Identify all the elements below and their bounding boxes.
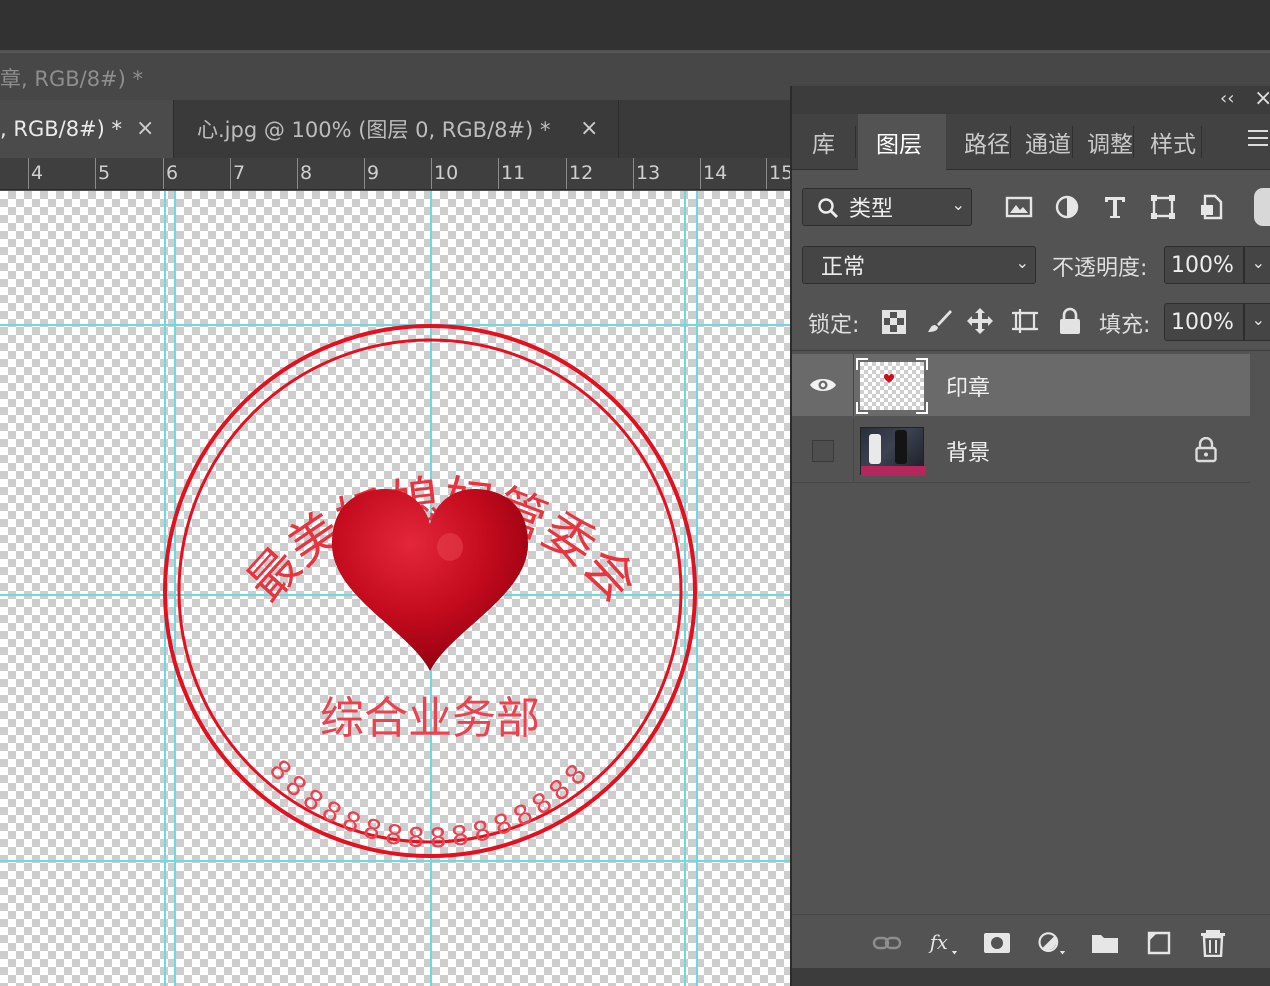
- fill-dropdown[interactable]: ⌄: [1244, 303, 1270, 341]
- shape-layer-filter-icon[interactable]: [1148, 192, 1178, 222]
- chevron-down-icon: ⌄: [1251, 310, 1265, 329]
- filter-toggle-switch[interactable]: [1254, 188, 1270, 226]
- layer-thumbnail: [860, 427, 925, 476]
- opacity-input[interactable]: 100%: [1164, 246, 1244, 284]
- tab-label: 图层: [876, 132, 922, 158]
- filter-kind-value: 类型: [849, 197, 894, 222]
- fill-label: 填充:: [1099, 313, 1151, 338]
- document-tab-label: , RGB/8#) *: [0, 117, 123, 141]
- ruler-label: 6: [166, 162, 179, 184]
- tab-label: 库: [812, 132, 835, 158]
- layers-panel: ‹‹ × 库 图层 路径 通道 调整 样式 类型 ⌄ 正常 ⌄ 不透明度: 10…: [790, 86, 1270, 986]
- tab-label: 通道: [1025, 132, 1071, 158]
- document-tab-active[interactable]: , RGB/8#) * ×: [0, 100, 174, 158]
- add-mask-icon[interactable]: [982, 929, 1012, 957]
- chevron-down-icon: ⌄: [1251, 253, 1265, 272]
- layer-name[interactable]: 背景: [946, 435, 990, 467]
- panel-resize-grip[interactable]: [792, 968, 1270, 986]
- lock-artboard-icon[interactable]: [1010, 307, 1040, 335]
- close-panel-icon[interactable]: ×: [1254, 86, 1270, 111]
- window-title: 章, RGB/8#) *: [0, 67, 144, 91]
- tab-adjustments[interactable]: 调整: [1073, 114, 1134, 170]
- lock-brush-icon[interactable]: [925, 307, 953, 335]
- pixel-layer-filter-icon[interactable]: [1004, 192, 1034, 222]
- link-layers-icon[interactable]: [872, 929, 902, 957]
- document-canvas[interactable]: 最美好媳妇管委会 综合业务部 8888888888888888: [0, 191, 790, 986]
- blend-mode-value: 正常: [821, 255, 866, 280]
- app-menu-bar: [0, 0, 1270, 50]
- tab-label: 路径: [964, 132, 1010, 158]
- ruler-label: 12: [569, 162, 594, 184]
- lock-transparency-icon[interactable]: [881, 309, 907, 335]
- lock-all-icon[interactable]: [1057, 306, 1083, 336]
- ruler-label: 10: [434, 162, 459, 184]
- ruler-label: 8: [300, 162, 313, 184]
- ruler-label: 5: [98, 162, 111, 184]
- fill-value: 100%: [1171, 309, 1234, 335]
- adjustment-layer-filter-icon[interactable]: [1052, 192, 1082, 222]
- fill-input[interactable]: 100%: [1164, 303, 1244, 341]
- layer-name[interactable]: 印章: [946, 370, 990, 402]
- document-tab[interactable]: 心.jpg @ 100% (图层 0, RGB/8#) * ×: [175, 100, 619, 158]
- ruler-label: 4: [31, 162, 44, 184]
- layer-style-fx-icon[interactable]: fx: [928, 929, 958, 957]
- panel-tab-bar: 库 图层 路径 通道 调整 样式: [792, 114, 1270, 170]
- tab-library[interactable]: 库: [792, 114, 856, 170]
- tab-channels[interactable]: 通道: [1011, 114, 1073, 170]
- chevron-down-icon: ⌄: [951, 195, 965, 214]
- ruler-label: 14: [703, 162, 728, 184]
- chevron-down-icon: ⌄: [1015, 253, 1029, 272]
- smart-object-filter-icon[interactable]: [1196, 192, 1226, 222]
- type-layer-filter-icon[interactable]: [1100, 192, 1130, 222]
- document-tab-label: 心.jpg @ 100% (图层 0, RGB/8#) *: [197, 118, 551, 142]
- stamp-number-text: 8888888888888888: [263, 754, 598, 855]
- lock-move-icon[interactable]: [966, 307, 994, 335]
- visibility-toggle[interactable]: [792, 419, 854, 481]
- lock-label: 锁定:: [808, 313, 860, 338]
- layer-lock-icon: [1195, 437, 1217, 463]
- visibility-checkbox[interactable]: [812, 440, 834, 462]
- delete-layer-trash-icon[interactable]: [1198, 929, 1228, 957]
- layer-row-stamp[interactable]: 印章: [792, 354, 1250, 416]
- ruler-label: 9: [367, 162, 380, 184]
- ruler-label: 13: [636, 162, 661, 184]
- tab-label: 调整: [1087, 132, 1133, 158]
- layers-panel-footer: fx: [792, 914, 1270, 968]
- new-layer-icon[interactable]: [1144, 929, 1174, 957]
- ruler-label: 11: [501, 162, 526, 184]
- panel-menu-icon[interactable]: [1248, 130, 1268, 152]
- ruler-label: 7: [233, 162, 246, 184]
- new-adjustment-layer-icon[interactable]: [1036, 929, 1066, 957]
- opacity-value: 100%: [1171, 252, 1234, 278]
- new-group-folder-icon[interactable]: [1090, 929, 1120, 957]
- blend-mode-select[interactable]: 正常 ⌄: [802, 246, 1036, 284]
- search-icon: [818, 198, 838, 218]
- layer-row-background[interactable]: 背景: [792, 419, 1250, 481]
- tab-paths[interactable]: 路径: [948, 114, 1011, 170]
- document-tab-bar: , RGB/8#) * × 心.jpg @ 100% (图层 0, RGB/8#…: [0, 100, 790, 158]
- tab-label: 样式: [1150, 132, 1196, 158]
- opacity-label: 不透明度:: [1052, 256, 1148, 281]
- visibility-toggle[interactable]: [792, 354, 854, 416]
- layer-filter-select[interactable]: 类型 ⌄: [802, 188, 972, 226]
- stamp-artwork: 最美好媳妇管委会 综合业务部 8888888888888888: [163, 324, 697, 858]
- collapse-panel-icon[interactable]: ‹‹: [1220, 88, 1234, 109]
- close-tab-icon[interactable]: ×: [136, 116, 154, 141]
- layer-thumbnail: [856, 358, 928, 414]
- panel-title-strip: ‹‹ ×: [792, 86, 1270, 114]
- tab-styles[interactable]: 样式: [1134, 114, 1202, 170]
- opacity-dropdown[interactable]: ⌄: [1244, 246, 1270, 284]
- horizontal-ruler[interactable]: 4 5 6 7 8 9 10 11 12 13 14 15: [0, 158, 790, 190]
- eye-icon: [810, 379, 836, 391]
- svg-text:fx: fx: [928, 931, 948, 954]
- ruler-label: 15: [769, 162, 790, 184]
- stamp-center-text: 综合业务部: [320, 693, 540, 744]
- tab-layers[interactable]: 图层: [858, 114, 946, 170]
- close-tab-icon[interactable]: ×: [580, 116, 598, 141]
